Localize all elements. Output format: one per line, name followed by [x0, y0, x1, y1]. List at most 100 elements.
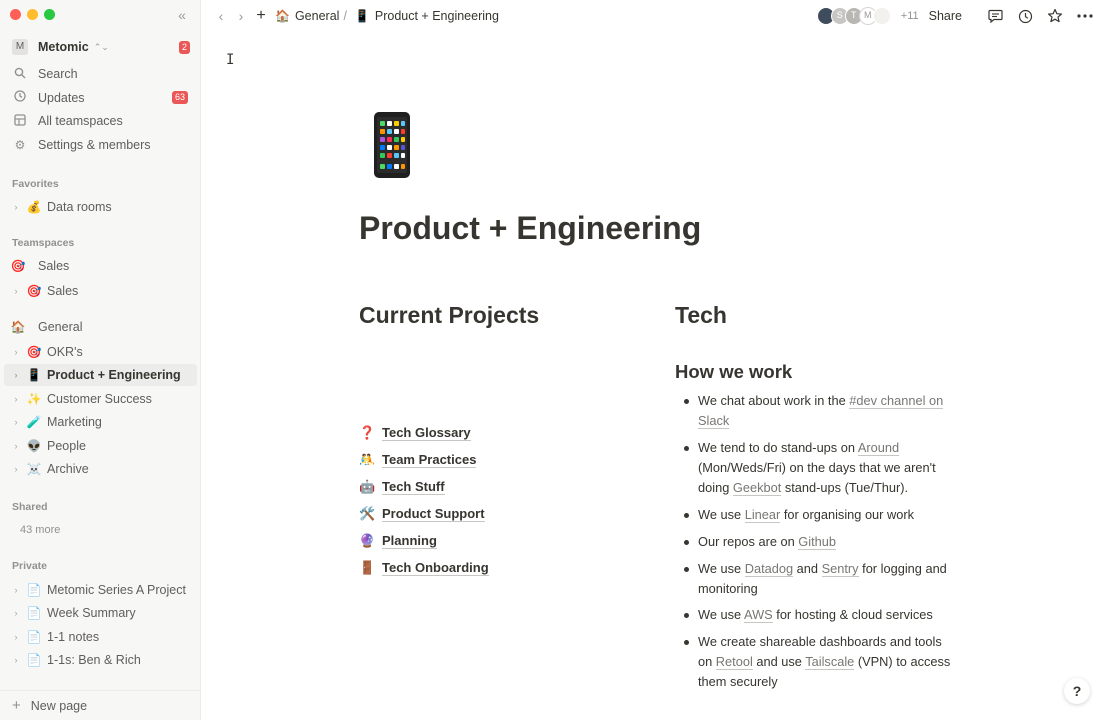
more-options-icon[interactable] [1074, 6, 1096, 26]
sidebar-item-updates[interactable]: Updates 63 [12, 87, 188, 109]
sidebar-item-general[interactable]: 🏠 General [4, 316, 197, 338]
chevron-updown-icon: ⌃⌄ [93, 41, 109, 52]
link-bold-text: #dev [849, 393, 878, 408]
collaborator-avatars[interactable]: S T M [816, 7, 891, 25]
comments-icon[interactable] [984, 6, 1006, 26]
favorites-label: Favorites [12, 178, 59, 190]
link-label: Tech Onboarding [382, 559, 489, 576]
link-tech-stuff[interactable]: 🤖 Tech Stuff [359, 474, 489, 501]
breadcrumb-current-page[interactable]: 📱 Product + Engineering [355, 9, 499, 23]
chevron-right-icon[interactable]: › [10, 655, 22, 665]
link-label: Planning [382, 533, 437, 549]
tech-heading[interactable]: Tech [675, 302, 727, 329]
shared-label: Shared [12, 501, 48, 513]
sentry-link[interactable]: Sentry [821, 560, 859, 577]
test-tube-icon: 🧪 [26, 415, 42, 429]
sidebar-item-marketing[interactable]: › 🧪 Marketing [4, 411, 197, 433]
new-page-label: New page [30, 698, 88, 713]
sidebar-item-metomic-series-a[interactable]: › 📄 Metomic Series A Project [4, 579, 197, 601]
link-tech-glossary[interactable]: ❓ Tech Glossary [359, 420, 489, 447]
list-item: We use Datadog and Sentry for logging an… [681, 559, 956, 599]
minimize-window-button[interactable] [27, 9, 38, 20]
link-product-support[interactable]: 🛠️ Product Support [359, 501, 489, 528]
target-icon: 🎯 [26, 284, 42, 298]
breadcrumb-general[interactable]: 🏠 General [275, 9, 339, 23]
avatar [872, 7, 891, 25]
sidebar-item-label: Product + Engineering [47, 368, 181, 382]
sidebar-item-label: People [47, 439, 86, 453]
chevron-right-icon[interactable]: › [10, 632, 22, 642]
grid-icon [12, 113, 28, 129]
new-page-button[interactable]: + New page [0, 690, 201, 720]
around-link[interactable]: Around [857, 439, 900, 456]
collapse-sidebar-icon[interactable]: « [174, 7, 190, 23]
bullet-text: Our repos are on [698, 533, 799, 549]
sidebar-item-search[interactable]: Search [12, 63, 188, 85]
sidebar-item-all-teamspaces[interactable]: All teamspaces [12, 110, 188, 132]
sidebar-item-label: Sales [38, 259, 70, 273]
chevron-right-icon[interactable]: › [10, 347, 22, 357]
github-link[interactable]: Github [798, 533, 837, 550]
bullet-text: We use [698, 560, 745, 576]
chevron-right-icon[interactable]: › [10, 370, 22, 380]
link-team-practices[interactable]: 🤼 Team Practices [359, 447, 489, 474]
private-label: Private [12, 560, 48, 572]
bullet-text: and [793, 560, 822, 576]
chevron-right-icon[interactable]: › [10, 441, 22, 451]
link-planning[interactable]: 🔮 Planning [359, 528, 489, 555]
link-tech-onboarding[interactable]: 🚪 Tech Onboarding [359, 554, 489, 581]
sidebar-item-1-1s-ben-rich[interactable]: › 📄 1-1s: Ben & Rich [4, 649, 197, 671]
workspace-switcher[interactable]: M Metomic ⌃⌄ 2 [12, 38, 190, 56]
sidebar-item-people[interactable]: › 👽 People [4, 435, 197, 457]
share-button[interactable]: Share [929, 9, 962, 23]
sidebar-item-label: General [38, 320, 83, 334]
chevron-right-icon[interactable]: › [10, 585, 22, 595]
help-button[interactable]: ? [1064, 678, 1090, 704]
back-arrow-icon[interactable]: ‹ [211, 8, 231, 24]
how-we-work-heading[interactable]: How we work [675, 361, 792, 383]
list-item: We use AWS for hosting & cloud services [681, 605, 956, 625]
alien-icon: 👽 [26, 439, 42, 453]
sidebar-item-week-summary[interactable]: › 📄 Week Summary [4, 602, 197, 624]
page-icon-phone[interactable] [372, 112, 412, 178]
sidebar-item-1-1-notes[interactable]: › 📄 1-1 notes [4, 626, 197, 648]
shared-more-link[interactable]: 43 more [20, 524, 60, 536]
chevron-right-icon[interactable]: › [10, 202, 22, 212]
wrestlers-icon: 🤼 [359, 452, 376, 468]
plus-icon[interactable]: + [251, 7, 271, 25]
sidebar-item-sales[interactable]: › 🎯 Sales [4, 280, 197, 302]
sidebar-item-sales-teamspace[interactable]: 🎯 Sales [4, 255, 197, 277]
chevron-right-icon[interactable]: › [10, 608, 22, 618]
sidebar-item-customer-success[interactable]: › ✨ Customer Success [4, 388, 197, 410]
list-item: We create shareable dashboards and tools… [681, 632, 956, 692]
close-window-button[interactable] [10, 9, 21, 20]
star-icon[interactable] [1044, 6, 1066, 26]
datadog-link[interactable]: Datadog [744, 560, 794, 577]
current-projects-heading[interactable]: Current Projects [359, 302, 539, 329]
chevron-right-icon[interactable]: › [10, 394, 22, 404]
link-label: Tech Stuff [382, 479, 445, 496]
sidebar-item-product-engineering[interactable]: › 📱 Product + Engineering [4, 364, 197, 386]
geekbot-link[interactable]: Geekbot [732, 479, 782, 496]
sidebar-item-archive[interactable]: › ☠️ Archive [4, 458, 197, 480]
teamspaces-label: Teamspaces [12, 237, 75, 249]
sidebar-item-data-rooms[interactable]: › 💰 Data rooms [4, 196, 197, 218]
sidebar-item-okrs[interactable]: › 🎯 OKR's [4, 341, 197, 363]
aws-link[interactable]: AWS [744, 607, 773, 624]
chevron-right-icon[interactable]: › [10, 286, 22, 296]
zoom-window-button[interactable] [44, 9, 55, 20]
chevron-right-icon[interactable]: › [10, 417, 22, 427]
retool-link[interactable]: Retool [715, 654, 753, 671]
chevron-right-icon[interactable]: › [10, 464, 22, 474]
tailscale-link[interactable]: Tailscale [805, 654, 855, 671]
more-collaborators-count[interactable]: +11 [901, 10, 919, 22]
history-clock-icon[interactable] [1014, 6, 1036, 26]
plus-icon: + [12, 697, 21, 714]
target-icon: 🎯 [10, 259, 26, 273]
link-label: Product Support [382, 506, 485, 523]
page-title[interactable]: Product + Engineering [359, 210, 701, 247]
forward-arrow-icon[interactable]: › [231, 8, 251, 24]
sidebar-item-settings[interactable]: ⚙ Settings & members [12, 134, 188, 156]
linear-link[interactable]: Linear [744, 506, 781, 523]
link-label: Team Practices [382, 452, 477, 469]
